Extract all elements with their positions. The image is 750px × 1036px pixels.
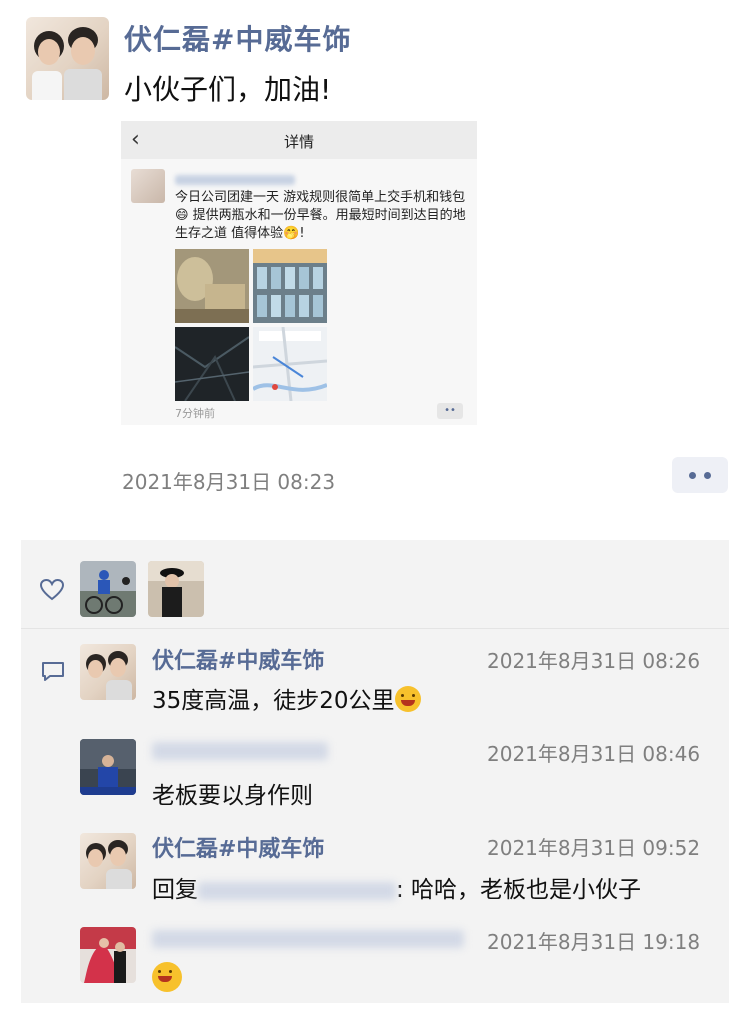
post-image[interactable]: ‹ 详情 今日公司团建一天 游戏规则很简单上交手机和钱包😄 提供两瓶水和一份早餐… [121,121,477,425]
shared-posted-ago: 7分钟前 [175,407,215,420]
heart-icon [39,578,65,601]
shared-photo-2 [253,249,327,323]
more-dot-icon [704,472,711,479]
grinning-emoji-icon [152,962,182,992]
reply-target-blurred[interactable] [198,881,396,900]
reply-label: 回复 [152,877,198,903]
tears-of-joy-emoji-icon [394,686,421,712]
comment-avatar[interactable] [80,927,136,983]
comment-author-blurred[interactable] [152,742,328,760]
comment-avatar[interactable] [80,644,136,700]
shared-photo-3 [175,327,249,401]
comment-avatar[interactable] [80,833,136,889]
post-timestamp: 2021年8月31日 08:23 [122,470,336,494]
comment-text: 35度高温，徒步20公里 [152,681,421,715]
comment-avatar[interactable] [80,739,136,795]
more-dot-icon [689,472,696,479]
like-avatar[interactable] [80,561,136,617]
comment-time: 2021年8月31日 08:46 [487,742,701,766]
comment-time: 2021年8月31日 09:52 [487,836,701,860]
shared-header-title: 详情 [283,133,314,151]
comment-text-content: 35度高温，徒步20公里 [152,688,395,714]
comment-author[interactable]: 伏仁磊#中威车饰 [152,831,324,863]
post-author-name[interactable]: 伏仁磊#中威车饰 [124,18,351,58]
comment-text: 回复 : 哈哈，老板也是小伙子 [152,870,641,904]
comment-text: 老板要以身作则 [152,783,313,809]
shared-more-icon: •• [437,403,463,419]
comment-author-blurred[interactable] [152,930,464,948]
shared-body-text: 今日公司团建一天 游戏规则很简单上交手机和钱包😄 提供两瓶水和一份早餐。用最短时… [175,190,466,241]
comment-bubble-icon [42,662,64,681]
shared-photo-1 [175,249,249,323]
shared-name-blurred [175,175,295,185]
comment-time: 2021年8月31日 19:18 [487,930,701,954]
more-options-button[interactable] [672,457,728,493]
post-text: 小伙子们，加油! [124,73,332,106]
shared-header-bar: ‹ 详情 [121,121,477,159]
comment-author[interactable]: 伏仁磊#中威车饰 [152,643,324,675]
comment-time: 2021年8月31日 08:26 [487,649,701,673]
like-avatar[interactable] [148,561,204,617]
post-author-avatar[interactable] [26,17,109,100]
comment-text-content: : 哈哈，老板也是小伙子 [396,877,642,903]
shared-avatar [131,169,165,203]
comment-text [152,962,182,994]
shared-photo-4 [253,327,327,401]
